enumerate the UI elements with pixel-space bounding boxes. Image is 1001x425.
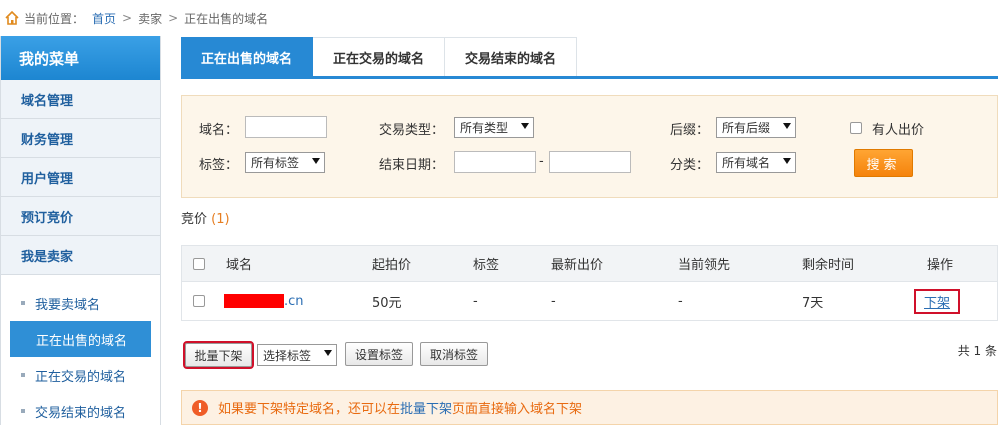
search-button[interactable]: 搜索 — [854, 149, 913, 177]
notice-text-before: 如果要下架特定域名，还可以在 — [218, 402, 401, 417]
trade-type-select[interactable]: 所有类型 — [454, 117, 534, 138]
domain-extension: .cn — [284, 293, 304, 309]
suffix-select[interactable]: 所有后缀 — [716, 117, 796, 138]
domain-input[interactable] — [245, 116, 327, 138]
seller-submenu: 我要卖域名 正在出售的域名 正在交易的域名 交易结束的域名 — [1, 275, 160, 425]
suffix-label: 后缀： — [670, 123, 710, 138]
column-header-action: 操作 — [927, 258, 954, 273]
tab-finished[interactable]: 交易结束的域名 — [445, 37, 578, 76]
sidebar-item-finance-management[interactable]: 财务管理 — [1, 119, 160, 158]
total-count: 共 1 条 — [957, 344, 997, 358]
column-header-start-price: 起拍价 — [372, 258, 412, 273]
submenu-item-sell-domain[interactable]: 我要卖域名 — [1, 285, 160, 321]
breadcrumb-separator: > — [122, 11, 133, 25]
submenu-item-label: 正在交易的域名 — [35, 369, 127, 385]
category-select[interactable]: 所有域名 — [716, 152, 796, 173]
row-checkbox[interactable] — [193, 295, 205, 307]
bid-section-title: 竞价 (1) — [181, 208, 230, 227]
leader-cell: - — [678, 293, 683, 309]
breadcrumb-seller: 卖家 — [138, 11, 163, 26]
domain-label: 域名： — [199, 123, 239, 138]
sidebar: 我的菜单 域名管理 财务管理 用户管理 预订竞价 我是卖家 我要卖域名 正在出售… — [0, 36, 161, 425]
end-date-separator: - — [539, 154, 544, 169]
trade-type-select-value: 所有类型 — [460, 121, 509, 135]
delist-link[interactable]: 下架 — [914, 288, 961, 314]
latest-bid-cell: - — [551, 293, 556, 309]
action-cell: 下架 — [914, 282, 961, 320]
tag-select-value: 所有标签 — [251, 156, 300, 170]
breadcrumb-prefix: 当前位置： — [24, 11, 85, 26]
submenu-item-label: 交易结束的域名 — [35, 405, 127, 421]
dropdown-arrow-icon — [521, 123, 529, 129]
submenu-item-trading-domains[interactable]: 正在交易的域名 — [1, 357, 160, 393]
select-tag-value: 选择标签 — [263, 348, 312, 363]
end-date-label: 结束日期： — [379, 158, 445, 173]
trade-type-label: 交易类型： — [379, 123, 445, 138]
breadcrumb-current: 正在出售的域名 — [184, 11, 269, 26]
submenu-item-finished-domains[interactable]: 交易结束的域名 — [1, 393, 160, 425]
tab-selling[interactable]: 正在出售的域名 — [181, 37, 314, 76]
bulk-delist-button[interactable]: 批量下架 — [183, 341, 254, 369]
warning-icon: ! — [192, 399, 208, 416]
sidebar-item-domain-management[interactable]: 域名管理 — [1, 80, 160, 119]
sidebar-title: 我的菜单 — [1, 36, 160, 80]
dropdown-arrow-icon — [783, 158, 791, 164]
has-bid-label: 有人出价 — [872, 123, 925, 138]
has-bid-checkbox[interactable] — [850, 122, 862, 134]
column-header-remaining-time: 剩余时间 — [802, 258, 855, 273]
sidebar-item-reserve-bidding[interactable]: 预订竞价 — [1, 197, 160, 236]
category-select-value: 所有域名 — [722, 156, 771, 170]
dropdown-arrow-icon — [324, 350, 332, 356]
table-row: .cn 50元 - - - 7天 下架 — [181, 282, 998, 321]
tab-bar: 正在出售的域名 正在交易的域名 交易结束的域名 — [181, 37, 998, 79]
set-tag-button[interactable]: 设置标签 — [345, 342, 413, 366]
end-date-start-input[interactable] — [454, 151, 536, 173]
submenu-item-label: 我要卖域名 — [35, 297, 101, 313]
redacted-domain-name — [224, 294, 284, 308]
tag-cell: - — [473, 293, 478, 309]
sidebar-item-user-management[interactable]: 用户管理 — [1, 158, 160, 197]
notice-text-after: 页面直接输入域名下架 — [452, 402, 583, 417]
tag-select[interactable]: 所有标签 — [245, 152, 325, 173]
breadcrumb: 当前位置： 首页 > 卖家 > 正在出售的域名 — [0, 0, 1001, 36]
submenu-item-label: 正在出售的域名 — [36, 333, 128, 349]
select-tag-dropdown[interactable]: 选择标签 — [257, 344, 337, 366]
sidebar-item-seller[interactable]: 我是卖家 — [1, 236, 160, 275]
filter-panel: 域名： 标签： 所有标签 交易类型： 所有类型 结束日期： - 后缀： 所有后缀… — [181, 95, 998, 198]
bid-label: 竞价 — [181, 212, 208, 227]
bullet-icon — [21, 373, 25, 377]
start-price-cell: 50元 — [372, 295, 402, 311]
bulk-delist-link[interactable]: 批量下架 — [400, 398, 452, 417]
notice-bar: ! 如果要下架特定域名，还可以在 批量下架 页面直接输入域名下架 — [181, 390, 998, 425]
column-header-tag: 标签 — [473, 258, 500, 273]
dropdown-arrow-icon — [783, 123, 791, 129]
end-date-end-input[interactable] — [549, 151, 631, 173]
column-header-domain: 域名 — [226, 258, 253, 273]
tab-trading[interactable]: 正在交易的域名 — [313, 37, 446, 76]
dropdown-arrow-icon — [312, 158, 320, 164]
column-header-latest-bid: 最新出价 — [551, 258, 604, 273]
remaining-time-cell: 7天 — [802, 295, 824, 311]
bullet-icon — [21, 409, 25, 413]
domain-cell[interactable]: .cn — [224, 282, 304, 320]
breadcrumb-home-link[interactable]: 首页 — [92, 10, 116, 27]
cancel-tag-button[interactable]: 取消标签 — [420, 342, 488, 366]
bullet-icon — [21, 301, 25, 305]
submenu-item-selling-domains[interactable]: 正在出售的域名 — [10, 321, 151, 357]
category-label: 分类： — [670, 158, 710, 173]
row-select-cell — [193, 282, 205, 320]
suffix-select-value: 所有后缀 — [722, 121, 771, 135]
home-icon — [5, 10, 19, 25]
table-header: 域名 起拍价 标签 最新出价 当前领先 剩余时间 操作 — [181, 245, 998, 282]
select-all-checkbox[interactable] — [193, 257, 205, 270]
column-header-leader: 当前领先 — [678, 258, 731, 273]
bid-count: (1) — [211, 212, 230, 227]
tag-label: 标签： — [199, 158, 239, 173]
select-all-cell — [193, 246, 205, 281]
breadcrumb-separator: > — [168, 11, 179, 25]
